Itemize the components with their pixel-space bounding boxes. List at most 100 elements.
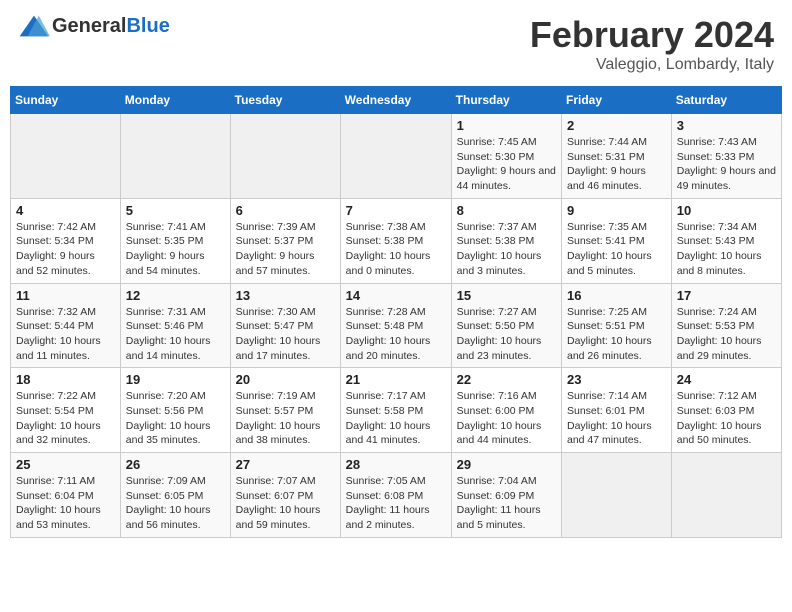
calendar-cell: 21 Sunrise: 7:17 AMSunset: 5:58 PMDayligh… [340, 368, 451, 453]
day-info: Sunrise: 7:19 AMSunset: 5:57 PMDaylight:… [236, 389, 335, 448]
calendar-cell [562, 453, 672, 538]
day-info: Sunrise: 7:32 AMSunset: 5:44 PMDaylight:… [16, 305, 115, 364]
day-number: 13 [236, 288, 335, 303]
day-number: 22 [457, 372, 556, 387]
calendar-cell: 20 Sunrise: 7:19 AMSunset: 5:57 PMDayligh… [230, 368, 340, 453]
day-number: 20 [236, 372, 335, 387]
day-number: 2 [567, 118, 666, 133]
calendar-cell: 15 Sunrise: 7:27 AMSunset: 5:50 PMDayligh… [451, 283, 561, 368]
calendar-cell: 8Sunrise: 7:37 AMSunset: 5:38 PMDaylight… [451, 198, 561, 283]
day-number: 25 [16, 457, 115, 472]
calendar-cell: 4Sunrise: 7:42 AMSunset: 5:34 PMDaylight… [11, 198, 121, 283]
day-number: 3 [677, 118, 776, 133]
day-info: Sunrise: 7:17 AMSunset: 5:58 PMDaylight:… [346, 389, 446, 448]
calendar-cell: 18 Sunrise: 7:22 AMSunset: 5:54 PMDayligh… [11, 368, 121, 453]
calendar-body: 1 Sunrise: 7:45 AMSunset: 5:30 PMDaylight… [11, 114, 782, 538]
weekday-header-tuesday: Tuesday [230, 87, 340, 114]
calendar-cell: 5 Sunrise: 7:41 AMSunset: 5:35 PMDaylight… [120, 198, 230, 283]
calendar-cell: 22 Sunrise: 7:16 AMSunset: 6:00 PMDayligh… [451, 368, 561, 453]
logo: GeneralBlue [18, 14, 170, 38]
calendar-week-row: 1 Sunrise: 7:45 AMSunset: 5:30 PMDaylight… [11, 114, 782, 199]
day-info: Sunrise: 7:38 AMSunset: 5:38 PMDaylight:… [346, 220, 446, 279]
day-number: 11 [16, 288, 115, 303]
page-header: GeneralBlue February 2024 Valeggio, Lomb… [10, 10, 782, 78]
day-info: Sunrise: 7:34 AMSunset: 5:43 PMDaylight:… [677, 220, 776, 279]
day-number: 26 [126, 457, 225, 472]
calendar-cell: 7 Sunrise: 7:38 AMSunset: 5:38 PMDaylight… [340, 198, 451, 283]
calendar-cell: 10Sunrise: 7:34 AMSunset: 5:43 PMDayligh… [671, 198, 781, 283]
logo-text: GeneralBlue [52, 15, 170, 38]
day-number: 24 [677, 372, 776, 387]
day-info: Sunrise: 7:30 AMSunset: 5:47 PMDaylight:… [236, 305, 335, 364]
day-number: 28 [346, 457, 446, 472]
day-info: Sunrise: 7:45 AMSunset: 5:30 PMDaylight:… [457, 135, 556, 194]
day-info: Sunrise: 7:05 AMSunset: 6:08 PMDaylight:… [346, 474, 446, 533]
calendar-cell: 29 Sunrise: 7:04 AMSunset: 6:09 PMDayligh… [451, 453, 561, 538]
weekday-header-friday: Friday [562, 87, 672, 114]
calendar-cell: 11 Sunrise: 7:32 AMSunset: 5:44 PMDayligh… [11, 283, 121, 368]
day-info: Sunrise: 7:04 AMSunset: 6:09 PMDaylight:… [457, 474, 556, 533]
weekday-header-sunday: Sunday [11, 87, 121, 114]
day-info: Sunrise: 7:37 AMSunset: 5:38 PMDaylight:… [457, 220, 556, 279]
day-info: Sunrise: 7:44 AMSunset: 5:31 PMDaylight:… [567, 135, 666, 194]
calendar-cell: 14Sunrise: 7:28 AMSunset: 5:48 PMDayligh… [340, 283, 451, 368]
calendar-cell [230, 114, 340, 199]
day-number: 18 [16, 372, 115, 387]
day-number: 16 [567, 288, 666, 303]
calendar-cell: 24 Sunrise: 7:12 AMSunset: 6:03 PMDayligh… [671, 368, 781, 453]
day-info: Sunrise: 7:27 AMSunset: 5:50 PMDaylight:… [457, 305, 556, 364]
day-number: 5 [126, 203, 225, 218]
title-block: February 2024 Valeggio, Lombardy, Italy [530, 14, 774, 74]
weekday-header-thursday: Thursday [451, 87, 561, 114]
calendar-cell: 9Sunrise: 7:35 AMSunset: 5:41 PMDaylight… [562, 198, 672, 283]
calendar-cell: 25 Sunrise: 7:11 AMSunset: 6:04 PMDayligh… [11, 453, 121, 538]
calendar-week-row: 4Sunrise: 7:42 AMSunset: 5:34 PMDaylight… [11, 198, 782, 283]
day-info: Sunrise: 7:41 AMSunset: 5:35 PMDaylight:… [126, 220, 225, 279]
day-number: 12 [126, 288, 225, 303]
calendar-cell: 16 Sunrise: 7:25 AMSunset: 5:51 PMDayligh… [562, 283, 672, 368]
calendar-cell [11, 114, 121, 199]
calendar-cell: 19 Sunrise: 7:20 AMSunset: 5:56 PMDayligh… [120, 368, 230, 453]
day-number: 19 [126, 372, 225, 387]
calendar-week-row: 11 Sunrise: 7:32 AMSunset: 5:44 PMDayligh… [11, 283, 782, 368]
logo-icon [18, 14, 50, 38]
day-number: 1 [457, 118, 556, 133]
calendar-cell: 6 Sunrise: 7:39 AMSunset: 5:37 PMDaylight… [230, 198, 340, 283]
day-number: 15 [457, 288, 556, 303]
day-info: Sunrise: 7:39 AMSunset: 5:37 PMDaylight:… [236, 220, 335, 279]
day-number: 21 [346, 372, 446, 387]
day-info: Sunrise: 7:24 AMSunset: 5:53 PMDaylight:… [677, 305, 776, 364]
calendar-cell: 26 Sunrise: 7:09 AMSunset: 6:05 PMDayligh… [120, 453, 230, 538]
calendar-cell: 12Sunrise: 7:31 AMSunset: 5:46 PMDayligh… [120, 283, 230, 368]
calendar-cell [120, 114, 230, 199]
calendar-week-row: 25 Sunrise: 7:11 AMSunset: 6:04 PMDayligh… [11, 453, 782, 538]
day-number: 29 [457, 457, 556, 472]
weekday-header-wednesday: Wednesday [340, 87, 451, 114]
day-info: Sunrise: 7:35 AMSunset: 5:41 PMDaylight:… [567, 220, 666, 279]
calendar-cell [671, 453, 781, 538]
calendar-cell: 23 Sunrise: 7:14 AMSunset: 6:01 PMDayligh… [562, 368, 672, 453]
day-info: Sunrise: 7:09 AMSunset: 6:05 PMDaylight:… [126, 474, 225, 533]
day-number: 14 [346, 288, 446, 303]
day-info: Sunrise: 7:20 AMSunset: 5:56 PMDaylight:… [126, 389, 225, 448]
day-number: 17 [677, 288, 776, 303]
location-subtitle: Valeggio, Lombardy, Italy [530, 56, 774, 74]
day-info: Sunrise: 7:07 AMSunset: 6:07 PMDaylight:… [236, 474, 335, 533]
day-number: 6 [236, 203, 335, 218]
day-info: Sunrise: 7:14 AMSunset: 6:01 PMDaylight:… [567, 389, 666, 448]
calendar-header: SundayMondayTuesdayWednesdayThursdayFrid… [11, 87, 782, 114]
calendar-cell: 3Sunrise: 7:43 AMSunset: 5:33 PMDaylight… [671, 114, 781, 199]
day-info: Sunrise: 7:25 AMSunset: 5:51 PMDaylight:… [567, 305, 666, 364]
day-number: 23 [567, 372, 666, 387]
day-info: Sunrise: 7:11 AMSunset: 6:04 PMDaylight:… [16, 474, 115, 533]
weekday-header-saturday: Saturday [671, 87, 781, 114]
day-info: Sunrise: 7:22 AMSunset: 5:54 PMDaylight:… [16, 389, 115, 448]
day-info: Sunrise: 7:12 AMSunset: 6:03 PMDaylight:… [677, 389, 776, 448]
month-title: February 2024 [530, 14, 774, 56]
day-number: 27 [236, 457, 335, 472]
calendar-cell: 2 Sunrise: 7:44 AMSunset: 5:31 PMDaylight… [562, 114, 672, 199]
calendar-week-row: 18 Sunrise: 7:22 AMSunset: 5:54 PMDayligh… [11, 368, 782, 453]
weekday-header-row: SundayMondayTuesdayWednesdayThursdayFrid… [11, 87, 782, 114]
day-info: Sunrise: 7:16 AMSunset: 6:00 PMDaylight:… [457, 389, 556, 448]
day-number: 7 [346, 203, 446, 218]
